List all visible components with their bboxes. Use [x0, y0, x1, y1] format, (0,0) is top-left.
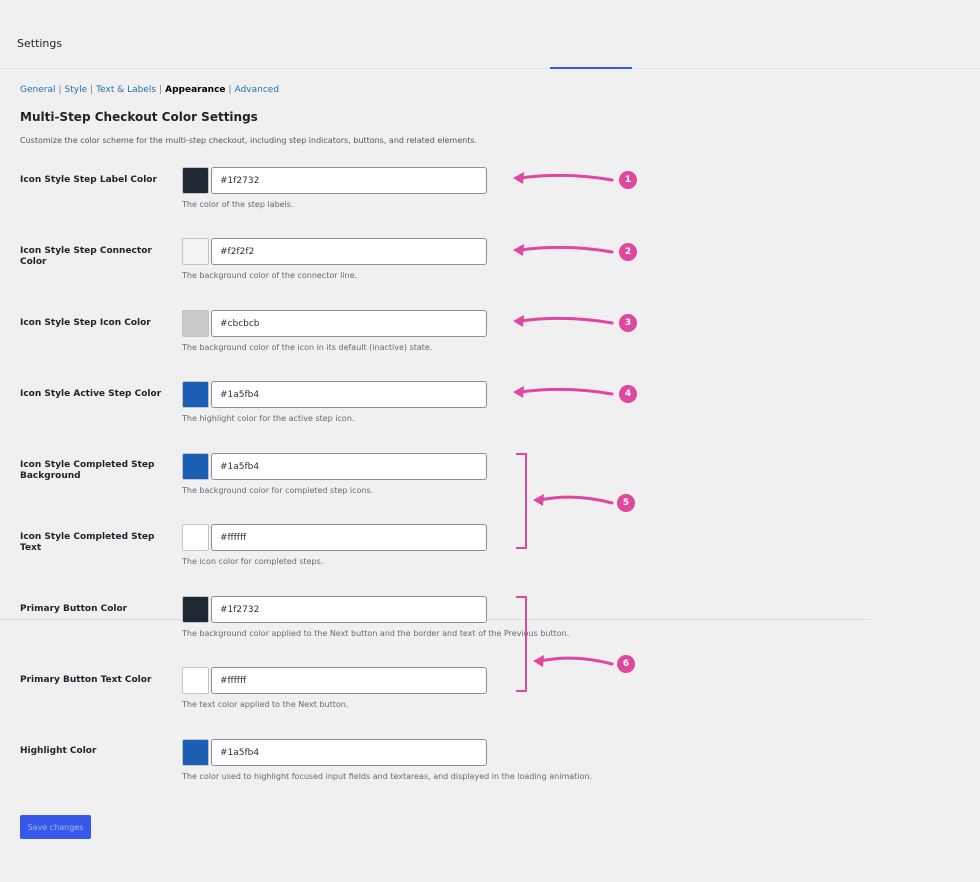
annotation-arrowhead [513, 386, 524, 398]
annotation-arrow [538, 495, 614, 505]
annotation-arrow [518, 173, 614, 182]
annotation-arrows [513, 172, 614, 667]
annotation-bracket [516, 596, 527, 692]
annotation-badge: 6 [617, 655, 635, 673]
annotation-arrowhead [533, 655, 544, 667]
annotation-arrow [538, 656, 614, 666]
annotation-arrowhead [513, 244, 524, 256]
annotation-badge: 1 [619, 171, 637, 189]
annotation-badge: 2 [619, 243, 637, 261]
annotation-arrowhead [513, 172, 524, 184]
annotation-arrow [518, 245, 614, 254]
annotation-arrow [518, 316, 614, 325]
annotation-arrow [518, 387, 614, 396]
annotation-bracket [516, 453, 527, 549]
annotation-badge: 4 [619, 385, 637, 403]
annotation-arrowhead [533, 494, 544, 506]
annotation-badge: 5 [617, 494, 635, 512]
annotation-badge: 3 [619, 314, 637, 332]
annotation-arrowhead [513, 315, 524, 327]
